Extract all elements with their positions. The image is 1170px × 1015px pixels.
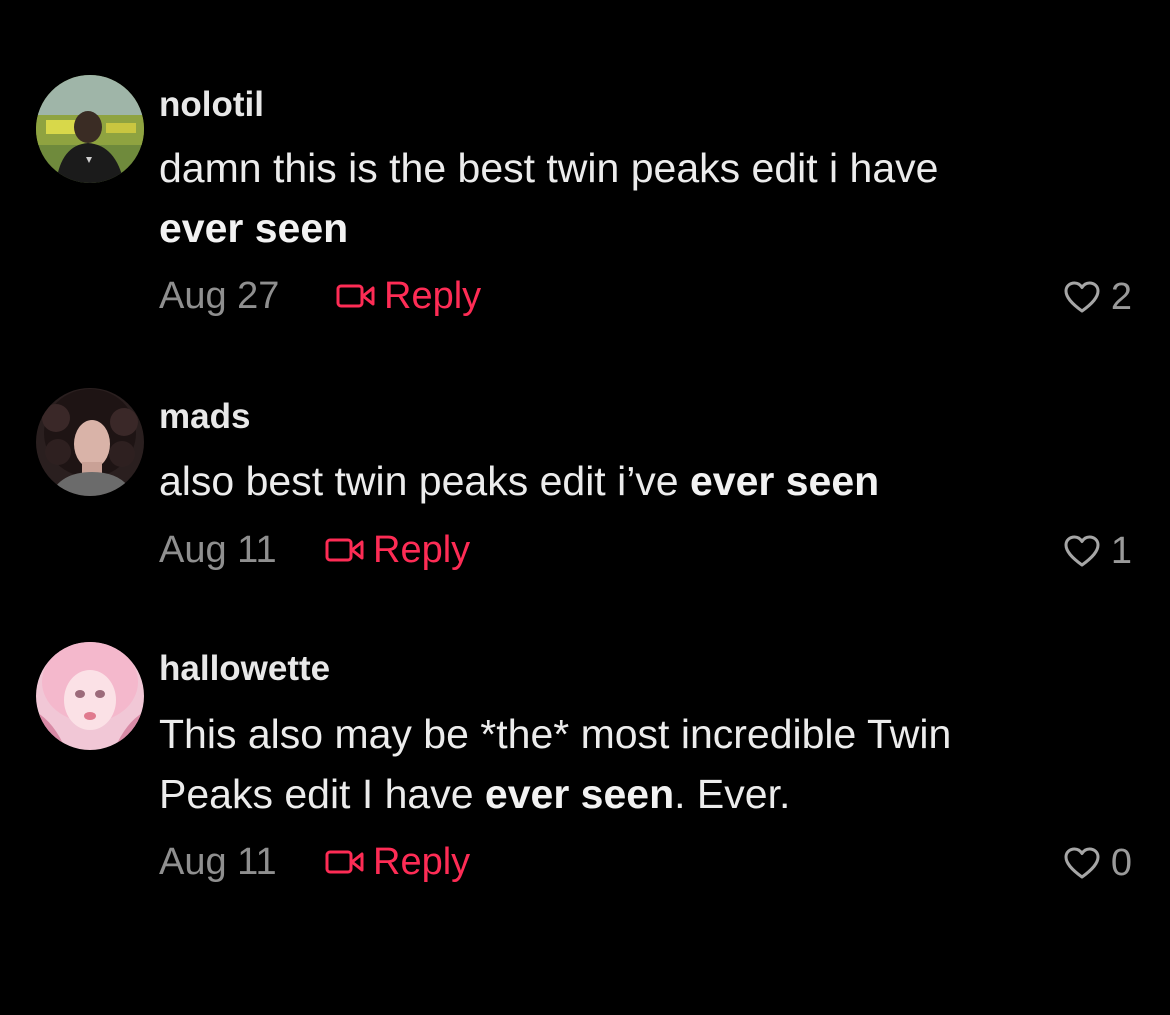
comment-text-bold: ever seen	[159, 205, 349, 251]
reply-button[interactable]: Reply	[336, 274, 481, 318]
like-count: 1	[1110, 530, 1132, 572]
username[interactable]: mads	[159, 397, 250, 437]
like-count: 0	[1110, 842, 1132, 884]
comment-text-bold: ever seen	[690, 458, 880, 504]
comment-text-line: . Ever.	[674, 771, 791, 817]
heart-outline-icon	[1063, 846, 1101, 880]
username[interactable]: hallowette	[159, 649, 330, 689]
heart-outline-icon	[1063, 534, 1101, 568]
like-button[interactable]: 0	[1063, 841, 1132, 885]
comment-date: Aug 11	[159, 841, 277, 883]
username[interactable]: nolotil	[159, 85, 264, 125]
video-reply-icon	[325, 849, 365, 875]
reply-button[interactable]: Reply	[325, 840, 470, 884]
comment-text-bold: ever seen	[484, 771, 675, 817]
reply-label: Reply	[384, 275, 482, 317]
like-button[interactable]: 2	[1063, 275, 1132, 319]
comment-text: also best twin peaks edit i’ve ever seen	[159, 451, 1119, 511]
comment-text: damn this is the best twin peaks edit i …	[159, 138, 1119, 258]
like-button[interactable]: 1	[1063, 529, 1132, 573]
comment-text-line: damn this is the best twin peaks edit i …	[159, 145, 939, 191]
avatar[interactable]	[36, 75, 144, 183]
comment-text-line: Peaks edit I have	[159, 771, 485, 817]
reply-label: Reply	[373, 529, 471, 571]
comment-date: Aug 27	[159, 275, 280, 317]
comment-text-line: also best twin peaks edit i’ve	[159, 458, 690, 504]
avatar[interactable]	[36, 388, 144, 496]
heart-outline-icon	[1063, 280, 1101, 314]
video-reply-icon	[336, 283, 376, 309]
comment-text: This also may be *the* most incredible T…	[159, 704, 1119, 824]
like-count: 2	[1110, 276, 1132, 318]
reply-label: Reply	[373, 841, 471, 883]
reply-button[interactable]: Reply	[325, 528, 470, 572]
video-reply-icon	[325, 537, 365, 563]
avatar[interactable]	[36, 642, 144, 750]
comment-text-line: This also may be *the* most incredible T…	[159, 711, 952, 757]
comment-date: Aug 11	[159, 529, 277, 571]
